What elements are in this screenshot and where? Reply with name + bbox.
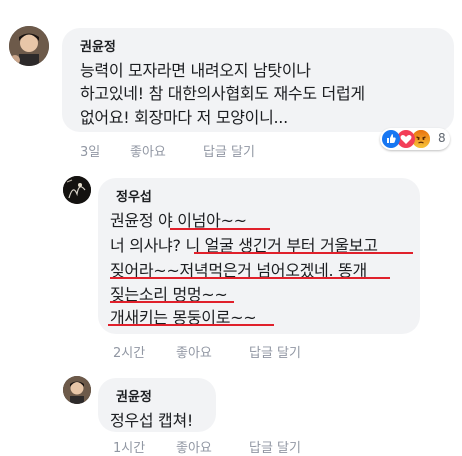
profile-photo xyxy=(63,176,91,204)
avatar[interactable] xyxy=(9,26,49,66)
comment-bubble: 권윤정 정우섭 캡쳐! xyxy=(98,378,216,432)
highlight-underline xyxy=(110,277,390,279)
like-button[interactable]: 좋아요 xyxy=(130,141,166,160)
highlight-underline xyxy=(108,324,274,326)
reply-button[interactable]: 답글 달기 xyxy=(249,342,301,361)
mentioned-user[interactable]: 권윤정 xyxy=(110,211,158,230)
comment-timestamp[interactable]: 1시간 xyxy=(113,437,145,456)
comment-text-line: 없어요! 회장마다 저 모양이니... xyxy=(80,108,288,127)
like-button[interactable]: 좋아요 xyxy=(176,342,212,361)
profile-photo xyxy=(9,26,49,66)
comment-text-line: 하고있네! 참 대한의사협회도 재수도 더럽게 xyxy=(80,84,365,103)
comment-author[interactable]: 권윤정 xyxy=(116,386,152,405)
comment-bubble: 정우섭 권윤정 야 이넘아~~ 너 의사냐? 니 얼굴 생긴거 부터 거울보고 … xyxy=(98,178,420,334)
highlight-underline xyxy=(194,252,413,254)
highlight-underline xyxy=(110,301,234,303)
reaction-summary[interactable]: 8 xyxy=(380,128,450,150)
highlight-underline xyxy=(170,228,270,230)
comment-author[interactable]: 정우섭 xyxy=(116,186,152,205)
comment-timestamp[interactable]: 2시간 xyxy=(113,342,145,361)
comment-text-line: 정우섭 캡쳐! xyxy=(110,411,194,430)
reply-button[interactable]: 답글 달기 xyxy=(249,437,301,456)
avatar[interactable] xyxy=(63,376,91,404)
profile-photo xyxy=(63,376,91,404)
reaction-count: 8 xyxy=(438,131,446,145)
comment-actions: 2시간 좋아요 답글 달기 xyxy=(113,342,333,361)
comment-bubble: 권윤정 능력이 모자라면 내려오지 남탓이나 하고있네! 참 대한의사협회도 재… xyxy=(62,28,454,132)
comment-actions: 3일 좋아요 답글 달기 xyxy=(80,141,300,160)
comment-text-line: 능력이 모자라면 내려오지 남탓이나 xyxy=(80,61,311,80)
like-reaction-icon xyxy=(382,130,400,148)
comment-timestamp[interactable]: 3일 xyxy=(80,141,100,160)
reply-button[interactable]: 답글 달기 xyxy=(203,141,255,160)
like-button[interactable]: 좋아요 xyxy=(176,437,212,456)
avatar[interactable] xyxy=(63,176,91,204)
comment-author[interactable]: 권윤정 xyxy=(80,36,116,55)
